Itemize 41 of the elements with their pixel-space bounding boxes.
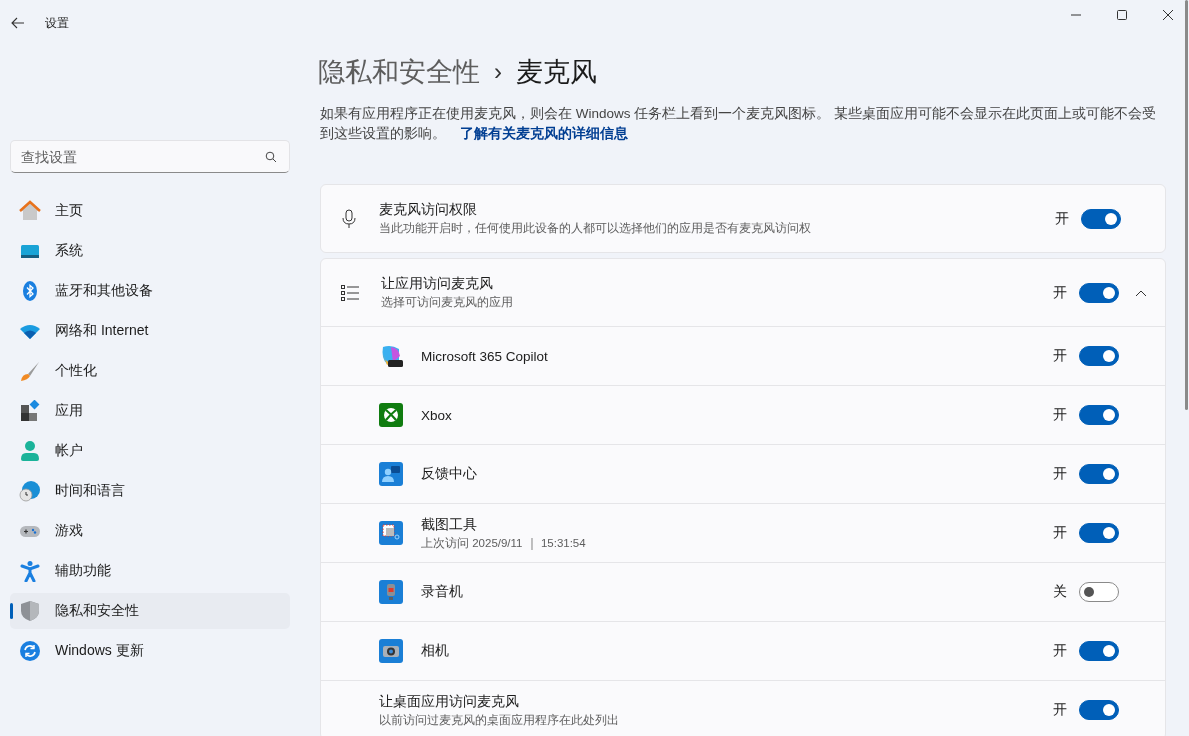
toggle-state: 开 [1053, 524, 1067, 542]
sidebar-item[interactable]: 个性化 [10, 353, 290, 389]
sidebar-item[interactable]: 游戏 [10, 513, 290, 549]
page-title: 麦克风 [516, 56, 597, 89]
sidebar-item[interactable]: 蓝牙和其他设备 [10, 273, 290, 309]
toggle-state: 开 [1053, 701, 1067, 719]
sidebar-item[interactable]: 系统 [10, 233, 290, 269]
toggle-state: 开 [1053, 465, 1067, 483]
toggle-state: 开 [1053, 642, 1067, 660]
app-name: 截图工具 [421, 515, 478, 534]
description-text: 如果有应用程序正在使用麦克风，则会在 Windows 任务栏上看到一个麦克风图标。 某些桌面应用可能不会显示在此页面上或可能不会受到这些设置的影响。 了解有关麦克风的详细信息 [320, 105, 1158, 143]
app-name: Microsoft 365 Copilot [421, 348, 549, 364]
setting-title: 让桌面应用访问麦克风 [379, 692, 520, 711]
toggle-state: 开 [1055, 209, 1069, 228]
app-name: 录音机 [421, 583, 464, 601]
last-access-text: 上次访问 2025/9/11 ｜ 15:31:54 [421, 535, 587, 551]
app-name: 相机 [421, 642, 450, 660]
sidebar-item[interactable]: 应用 [10, 393, 290, 429]
sidebar-item[interactable]: 时间和语言 [10, 473, 290, 509]
toggle-state: 开 [1053, 347, 1067, 365]
toggle-state: 开 [1053, 406, 1067, 424]
sidebar-item[interactable]: 帐户 [10, 433, 290, 469]
breadcrumb-separator: › [494, 58, 502, 86]
toggle-state: 关 [1053, 583, 1067, 601]
app-name: 反馈中心 [421, 465, 478, 483]
window-title: 设置 [45, 14, 69, 32]
sidebar-item[interactable]: 辅助功能 [10, 553, 290, 589]
sidebar-item[interactable]: Windows 更新 [10, 633, 290, 669]
sidebar-item[interactable]: 主页 [10, 193, 290, 229]
toggle-state: 开 [1053, 283, 1067, 302]
app-name: Xbox [421, 407, 453, 423]
sidebar-item[interactable]: 隐私和安全性 [10, 593, 290, 629]
learn-more-link[interactable]: 了解有关麦克风的详细信息 [460, 126, 628, 141]
setting-description: 以前访问过麦克风的桌面应用程序在此处列出 [379, 712, 620, 728]
sidebar-item[interactable]: 网络和 Internet [10, 313, 290, 349]
breadcrumb-link[interactable]: 隐私和安全性 [318, 54, 480, 90]
setting-description: 当此功能开启时，任何使用此设备的人都可以选择他们的应用是否有麦克风访问权 [379, 221, 812, 236]
search-field[interactable]: 查找设置 [10, 140, 290, 173]
setting-title: 让应用访问麦克风 [381, 275, 494, 293]
setting-title: 麦克风访问权限 [379, 201, 478, 219]
setting-description: 选择可访问麦克风的应用 [381, 295, 514, 310]
